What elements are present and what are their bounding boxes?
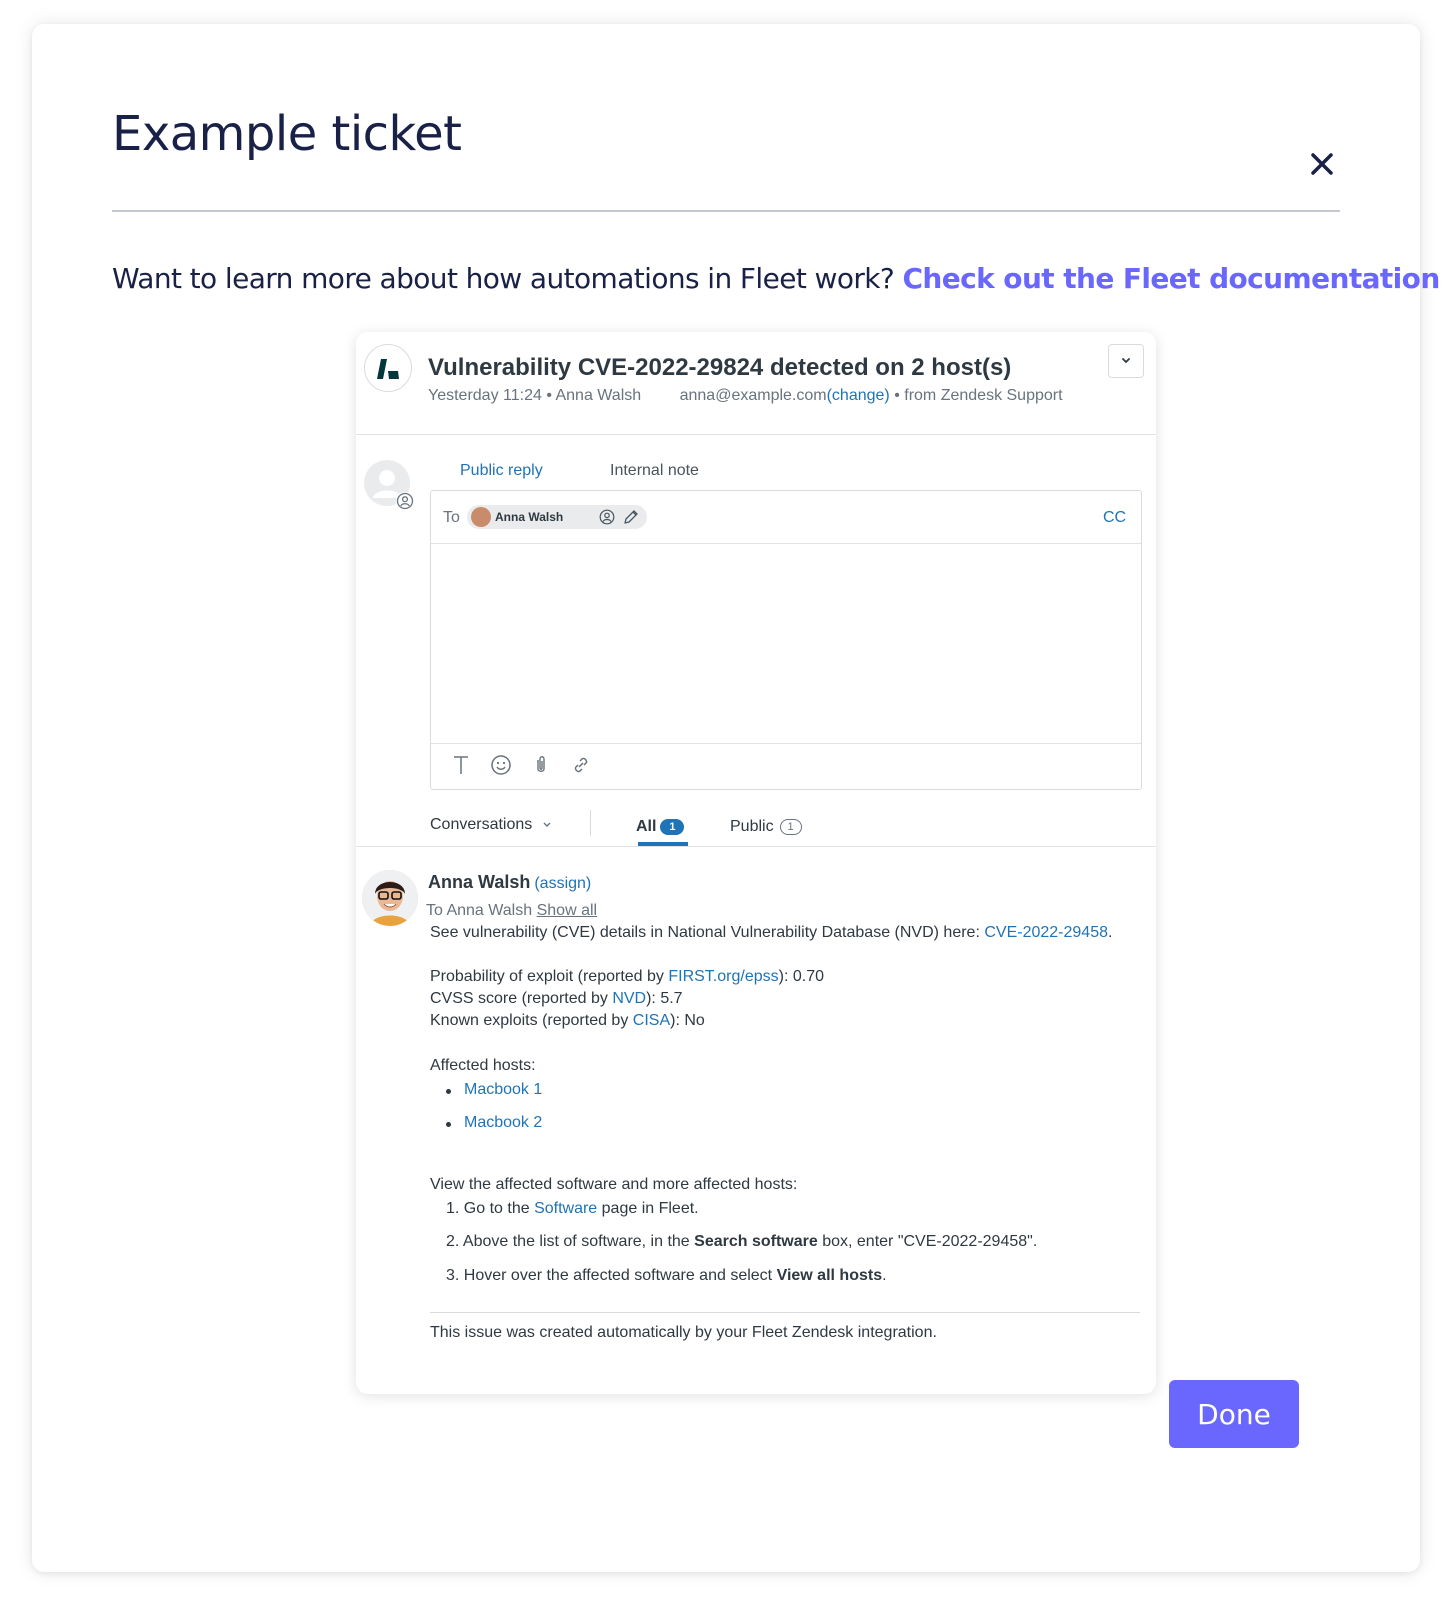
list-bullet xyxy=(446,1089,451,1094)
ticket-email: anna@example.com xyxy=(679,387,827,404)
epss-link[interactable]: FIRST.org/epss xyxy=(668,968,778,985)
conversations-dropdown[interactable]: Conversations xyxy=(430,816,553,834)
filter-tab-all[interactable]: All 1 xyxy=(636,818,685,836)
step-3: 3. Hover over the affected software and … xyxy=(446,1267,887,1284)
message-recipients: To Anna Walsh Show all xyxy=(426,902,598,919)
user-icon xyxy=(599,509,615,530)
nvd-link[interactable]: NVD xyxy=(612,990,646,1007)
conversation-divider xyxy=(356,846,1156,847)
affected-hosts-label: Affected hosts: xyxy=(430,1057,536,1074)
ticket-source: from Zendesk Support xyxy=(904,387,1063,404)
done-button[interactable]: Done xyxy=(1169,1380,1299,1448)
toolbar-divider xyxy=(431,743,1141,744)
intro-question: Want to learn more about how automations… xyxy=(112,262,895,295)
integration-footer: This issue was created automatically by … xyxy=(430,1324,937,1341)
intro-text: Want to learn more about how automations… xyxy=(112,262,1448,298)
footer-divider xyxy=(430,1312,1140,1313)
ticket-header-divider xyxy=(356,434,1156,435)
close-icon[interactable] xyxy=(1308,150,1336,178)
edit-icon[interactable] xyxy=(623,509,639,530)
cve-link[interactable]: CVE-2022-29458 xyxy=(984,924,1108,941)
emoji-icon[interactable] xyxy=(489,753,513,777)
author-avatar xyxy=(362,870,418,926)
tab-public-reply[interactable]: Public reply xyxy=(460,462,543,480)
host-link-1[interactable]: Macbook 1 xyxy=(464,1081,542,1099)
tab-internal-note[interactable]: Internal note xyxy=(610,462,699,480)
to-label: To xyxy=(443,509,460,526)
nvd-line: See vulnerability (CVE) details in Natio… xyxy=(430,924,1113,941)
show-all-link[interactable]: Show all xyxy=(537,902,597,919)
documentation-link[interactable]: Check out the Fleet documentation xyxy=(902,262,1440,295)
modal-title: Example ticket xyxy=(112,106,462,162)
zendesk-logo xyxy=(364,344,412,392)
exploit-probability-line: Probability of exploit (reported by FIRS… xyxy=(430,968,824,985)
cvss-line: CVSS score (reported by NVD): 5.7 xyxy=(430,990,683,1007)
composer-divider xyxy=(431,543,1141,544)
user-badge-icon xyxy=(396,492,414,510)
all-count-badge: 1 xyxy=(660,819,685,835)
message-author: Anna Walsh (assign) xyxy=(428,872,592,892)
modal-dialog: Example ticket Want to learn more about … xyxy=(32,24,1440,1572)
reply-composer[interactable]: To Anna Walsh CC xyxy=(430,490,1142,790)
host-link-2[interactable]: Macbook 2 xyxy=(464,1114,542,1132)
step-1: 1. Go to the Software page in Fleet. xyxy=(446,1200,699,1217)
filter-separator xyxy=(590,810,591,836)
recipient-name: Anna Walsh xyxy=(495,510,564,524)
ticket-subject: Vulnerability CVE-2022-29824 detected on… xyxy=(428,354,1012,381)
list-bullet xyxy=(446,1122,451,1127)
ticket-time: Yesterday 11:24 xyxy=(428,387,542,404)
example-ticket-preview: Vulnerability CVE-2022-29824 detected on… xyxy=(356,332,1156,1394)
attachment-icon[interactable] xyxy=(529,753,553,777)
header-divider xyxy=(112,210,1340,212)
ticket-meta: Yesterday 11:24 • Anna Walsh anna@exampl… xyxy=(428,387,1063,404)
ticket-options-dropdown[interactable] xyxy=(1108,344,1144,378)
text-format-icon[interactable] xyxy=(449,753,473,777)
chevron-down-icon xyxy=(1122,358,1130,364)
recipient-pill[interactable]: Anna Walsh xyxy=(467,505,647,529)
ticket-author: Anna Walsh xyxy=(555,387,642,404)
change-link[interactable]: (change) xyxy=(827,387,890,404)
chevron-down-icon xyxy=(543,822,551,827)
known-exploits-line: Known exploits (reported by CISA): No xyxy=(430,1012,705,1029)
filter-tab-public[interactable]: Public 1 xyxy=(730,818,802,836)
link-icon[interactable] xyxy=(569,753,593,777)
software-link[interactable]: Software xyxy=(534,1200,597,1217)
cisa-link[interactable]: CISA xyxy=(633,1012,670,1029)
assign-link[interactable]: (assign) xyxy=(534,875,591,892)
view-software-label: View the affected software and more affe… xyxy=(430,1176,798,1193)
public-count-badge: 1 xyxy=(779,819,802,835)
recipient-avatar xyxy=(471,507,491,527)
cc-button[interactable]: CC xyxy=(1103,509,1126,527)
step-2: 2. Above the list of software, in the Se… xyxy=(446,1233,1038,1250)
